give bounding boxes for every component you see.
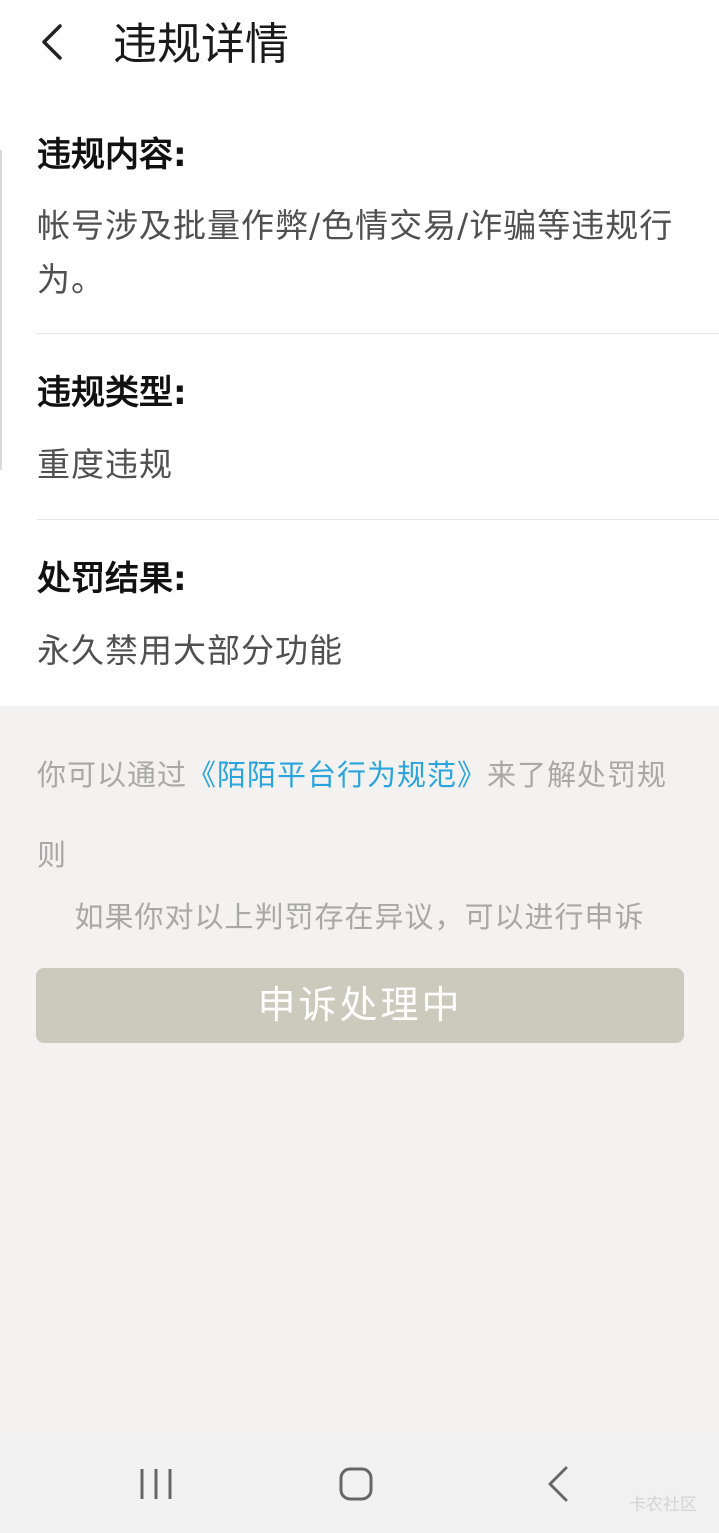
violation-content-value: 帐号涉及批量作弊/色情交易/诈骗等违规行为。 <box>37 206 674 299</box>
app-header: 违规详情 <box>0 0 719 95</box>
back-icon <box>548 1466 568 1502</box>
recent-apps-button[interactable] <box>131 1459 181 1509</box>
recent-apps-icon <box>140 1469 172 1499</box>
rules-prefix: 你可以通过 <box>37 758 188 792</box>
violation-type-value: 重度违规 <box>37 445 173 484</box>
rules-text: 你可以通过《陌陌平台行为规范》来了解处罚规则 <box>37 735 682 895</box>
home-icon <box>339 1467 373 1501</box>
divider <box>37 333 719 334</box>
home-button[interactable] <box>331 1459 381 1509</box>
divider <box>37 519 719 520</box>
back-button[interactable] <box>32 18 80 66</box>
violation-content-label: 违规内容: <box>37 135 187 175</box>
appeal-button[interactable]: 申诉处理中 <box>36 968 684 1043</box>
system-nav-bar <box>0 1435 719 1533</box>
page-title: 违规详情 <box>113 19 289 70</box>
edge-line <box>0 150 2 470</box>
chevron-left-icon <box>42 24 62 60</box>
system-back-button[interactable] <box>534 1459 584 1509</box>
penalty-result-label: 处罚结果: <box>37 559 187 599</box>
watermark: 卡农社区 <box>629 1495 697 1515</box>
platform-rules-link[interactable]: 《陌陌平台行为规范》 <box>187 758 487 792</box>
violation-type-label: 违规类型: <box>37 373 187 413</box>
penalty-result-value: 永久禁用大部分功能 <box>37 631 343 670</box>
appeal-hint: 如果你对以上判罚存在异议，可以进行申诉 <box>74 900 645 934</box>
